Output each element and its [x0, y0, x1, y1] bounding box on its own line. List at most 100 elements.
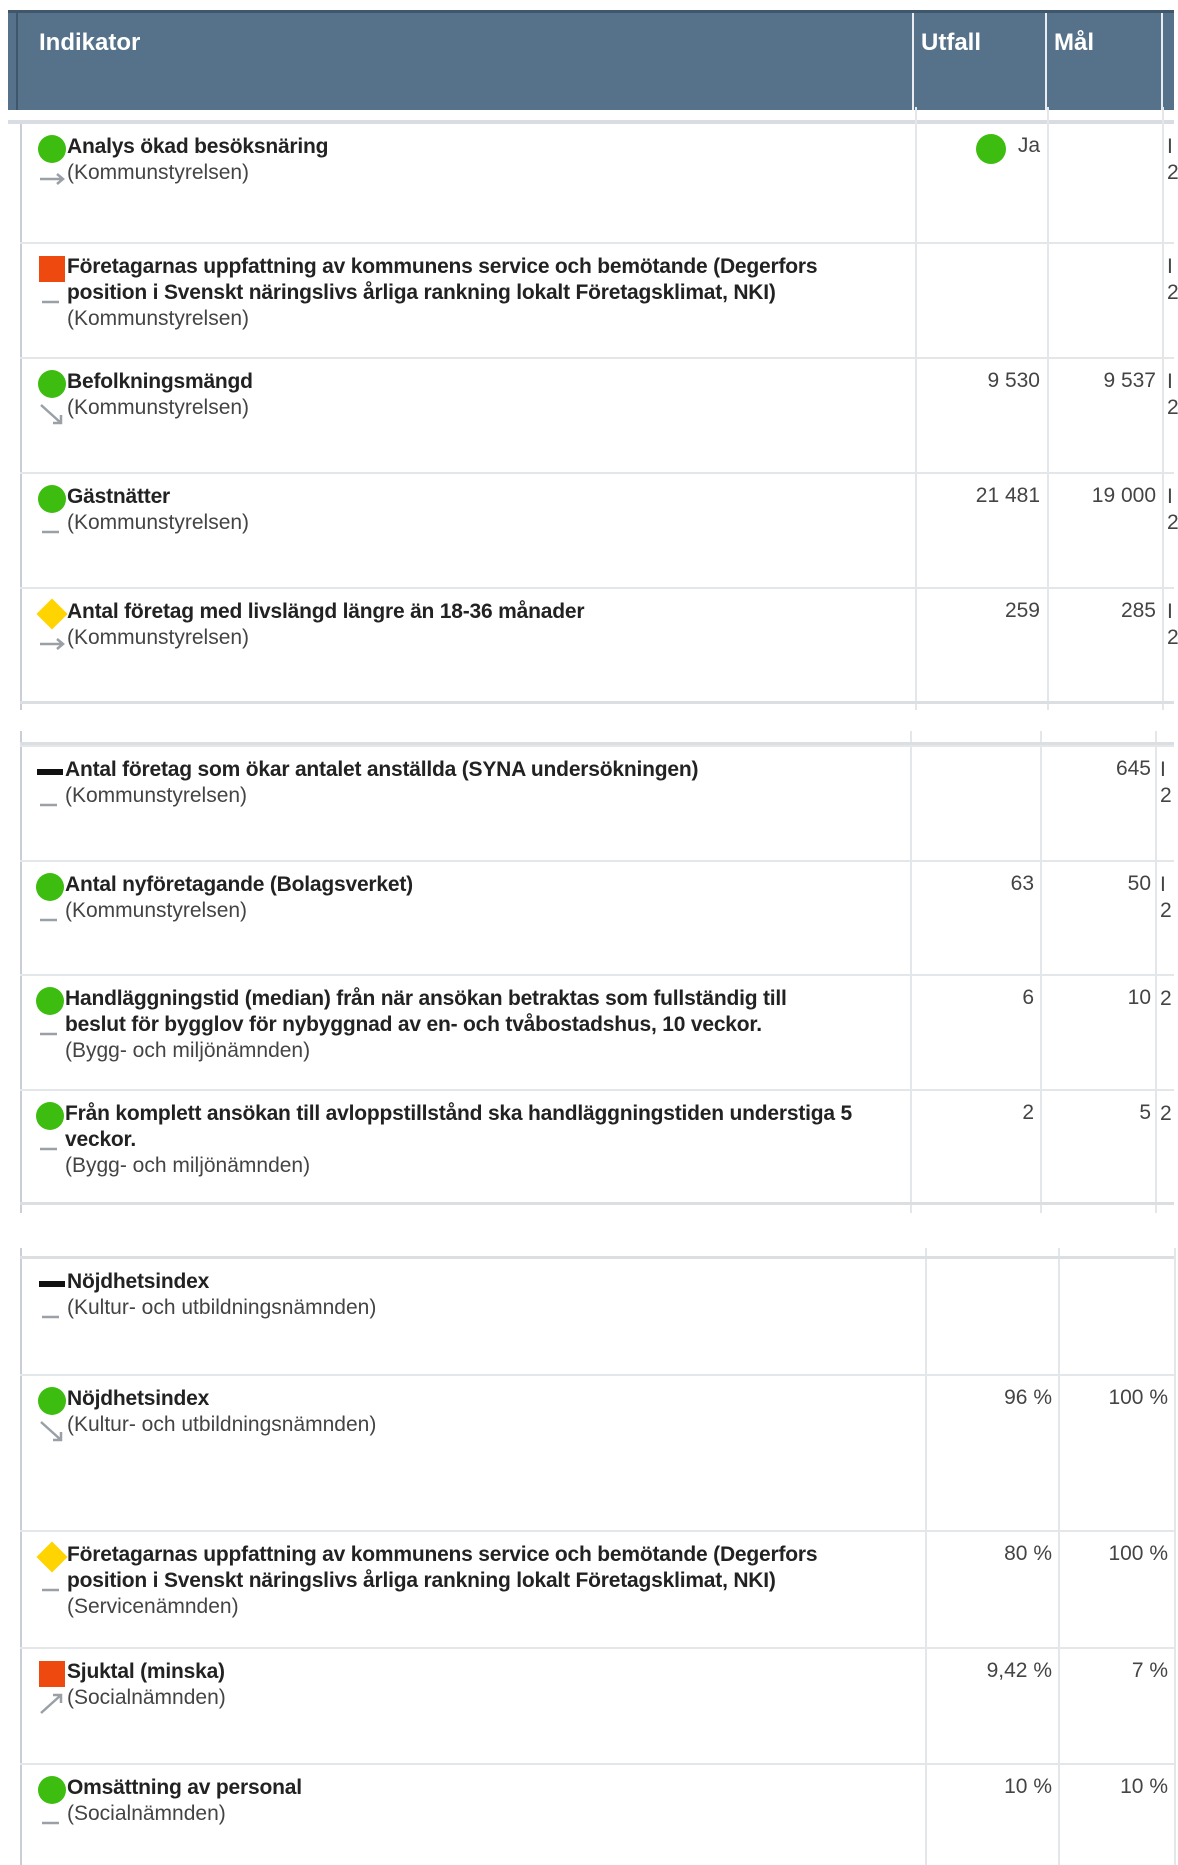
table-row: Gästnätter (Kommunstyrelsen) 21 481 19 000 I… [20, 472, 1178, 587]
table-row: Företagarnas uppfattning av kommunens se… [20, 242, 1178, 357]
mal-value: 645 [1115, 757, 1151, 780]
truncated-column-text: I [1167, 135, 1173, 158]
indicator-cell: Handläggningstid (median) från när ansök… [35, 986, 875, 1089]
truncated-column-text: 2 [1167, 511, 1178, 534]
indicator-title-line2[interactable]: veckor. [65, 1127, 136, 1153]
indicator-cell: Nöjdhetsindex (Kultur- och utbildningsnäm… [37, 1269, 877, 1372]
status-yellow-diamond-icon [36, 1541, 68, 1573]
indicator-title[interactable]: Nöjdhetsindex [67, 1386, 209, 1412]
status-green-circle-icon [38, 1387, 66, 1415]
utfall-green-circle-icon [976, 134, 1006, 164]
indicator-title[interactable]: Gästnätter [67, 484, 170, 510]
mal-value: 285 [1120, 599, 1156, 622]
status-green-circle-icon [36, 1102, 64, 1130]
trend-dash-icon [37, 1805, 67, 1835]
table-row: Befolkningsmängd (Kommunstyrelsen) 9 530 9 … [20, 357, 1178, 472]
header-divider [1161, 13, 1163, 110]
indicator-owner: (Servicenämnden) [67, 1595, 239, 1618]
truncated-column-text: 2 [1160, 1102, 1172, 1125]
indicator-cell: Antal företag som ökar antalet anställda… [35, 757, 875, 860]
indicator-title-line2[interactable]: beslut för bygglov för nybyggnad av en- … [65, 1012, 762, 1038]
status-green-circle-icon [36, 873, 64, 901]
indicator-owner: (Bygg- och miljönämnden) [65, 1154, 311, 1177]
status-green-circle-icon [38, 485, 66, 513]
indicator-cell: Gästnätter (Kommunstyrelsen) [37, 484, 877, 587]
indicator-owner: (Kommunstyrelsen) [65, 899, 248, 922]
truncated-column-text: 2 [1167, 161, 1178, 184]
trend-dash-icon [37, 284, 67, 314]
table-row: Antal företag som ökar antalet anställda… [20, 745, 1174, 860]
table-row: Nöjdhetsindex (Kultur- och utbildningsnäm… [20, 1374, 1174, 1530]
indicator-title[interactable]: Antal företag som ökar antalet anställda… [65, 757, 698, 783]
trend-dash-icon [37, 1299, 67, 1329]
table-row: Antal företag med livslängd längre än 18… [20, 587, 1178, 703]
indicator-owner: (Socialnämnden) [67, 1802, 226, 1825]
indicator-title[interactable]: Antal nyföretagande (Bolagsverket) [65, 872, 413, 898]
header-divider [1045, 13, 1047, 110]
truncated-column-text: I [1160, 873, 1166, 896]
truncated-column-text: I [1167, 600, 1173, 623]
indicator-cell: Nöjdhetsindex (Kultur- och utbildningsnäm… [37, 1386, 877, 1530]
mal-value: 7 % [1131, 1659, 1168, 1682]
indicator-owner: (Bygg- och miljönämnden) [65, 1039, 311, 1062]
table-row: Sjuktal (minska) (Socialnämnden) 9,42 % 7 % [20, 1647, 1174, 1763]
trend-dash-icon [35, 902, 65, 932]
indicator-title[interactable]: Analys ökad besöksnäring [67, 134, 328, 160]
table-row: Företagarnas uppfattning av kommunens se… [20, 1530, 1174, 1647]
indicator-owner: (Kommunstyrelsen) [67, 511, 250, 534]
indicator-title[interactable]: Nöjdhetsindex [67, 1269, 209, 1295]
trend-dash-icon [37, 514, 67, 544]
trend-dash-icon [35, 1131, 65, 1161]
truncated-column-text: I [1167, 485, 1173, 508]
indicator-title[interactable]: Från komplett ansökan till avloppstillst… [65, 1101, 852, 1127]
trend-dash-icon [37, 1572, 67, 1602]
mal-value: 19 000 [1091, 484, 1156, 507]
trend-right-arrow-icon [37, 629, 67, 659]
indicator-title[interactable]: Sjuktal (minska) [67, 1659, 225, 1685]
status-red-square-icon [39, 256, 65, 282]
indicator-title-line2[interactable]: position i Svenskt näringslivs årliga ra… [67, 1568, 776, 1594]
indicator-title[interactable]: Handläggningstid (median) från när ansök… [65, 986, 787, 1012]
indicator-cell: Från komplett ansökan till avloppstillst… [35, 1101, 875, 1204]
truncated-column-text: 2 [1167, 396, 1178, 419]
mal-value: 50 [1127, 872, 1151, 895]
header-divider [912, 13, 914, 110]
indicator-owner: (Kommunstyrelsen) [67, 307, 250, 330]
column-divider [1174, 1248, 1176, 1865]
trend-down-arrow-icon [37, 399, 67, 429]
indicator-title-line2[interactable]: position i Svenskt näringslivs årliga ra… [67, 280, 776, 306]
table-row: Från komplett ansökan till avloppstillst… [20, 1089, 1174, 1204]
status-green-circle-icon [38, 1776, 66, 1804]
mal-value: 5 [1139, 1101, 1151, 1124]
status-red-square-icon [39, 1661, 65, 1687]
indicator-owner: (Kommunstyrelsen) [67, 161, 250, 184]
table-row: Nöjdhetsindex (Kultur- och utbildningsnäm… [20, 1259, 1174, 1374]
indicator-owner: (Kultur- och utbildningsnämnden) [67, 1296, 377, 1319]
indicator-title[interactable]: Företagarnas uppfattning av kommunens se… [67, 254, 818, 280]
truncated-column-text: I [1167, 255, 1173, 278]
indicator-title[interactable]: Företagarnas uppfattning av kommunens se… [67, 1542, 818, 1568]
indicator-cell: Antal företag med livslängd längre än 18… [36, 598, 877, 703]
indicator-title[interactable]: Befolkningsmängd [67, 369, 253, 395]
truncated-column-text: 2 [1167, 281, 1178, 304]
indicator-title[interactable]: Antal företag med livslängd längre än 18… [67, 599, 584, 625]
indicator-cell: Företagarnas uppfattning av kommunens se… [37, 254, 877, 357]
status-green-circle-icon [36, 987, 64, 1015]
header-divider [16, 13, 18, 110]
header-indikator: Indikator [39, 29, 141, 56]
truncated-column-text: 2 [1167, 626, 1178, 649]
table-header: Indikator Utfall Mål [8, 10, 1174, 110]
status-green-circle-icon [38, 370, 66, 398]
indicator-cell: Omsättning av personal (Socialnämnden) [37, 1775, 877, 1865]
status-black-dash-icon [39, 1281, 65, 1287]
indicator-cell: Sjuktal (minska) (Socialnämnden) [37, 1659, 877, 1763]
indicator-cell: Analys ökad besöksnäring (Kommunstyrelsen… [37, 134, 877, 240]
table-row: Handläggningstid (median) från när ansök… [20, 974, 1174, 1089]
indicator-owner: (Kultur- och utbildningsnämnden) [67, 1413, 377, 1436]
indicator-title[interactable]: Omsättning av personal [67, 1775, 302, 1801]
indicator-cell: Befolkningsmängd (Kommunstyrelsen) [37, 369, 877, 472]
status-yellow-diamond-icon [36, 598, 68, 630]
utfall-value: Ja [1017, 134, 1040, 157]
mal-value: 100 % [1108, 1542, 1168, 1565]
truncated-column-text: 2 [1160, 784, 1172, 807]
